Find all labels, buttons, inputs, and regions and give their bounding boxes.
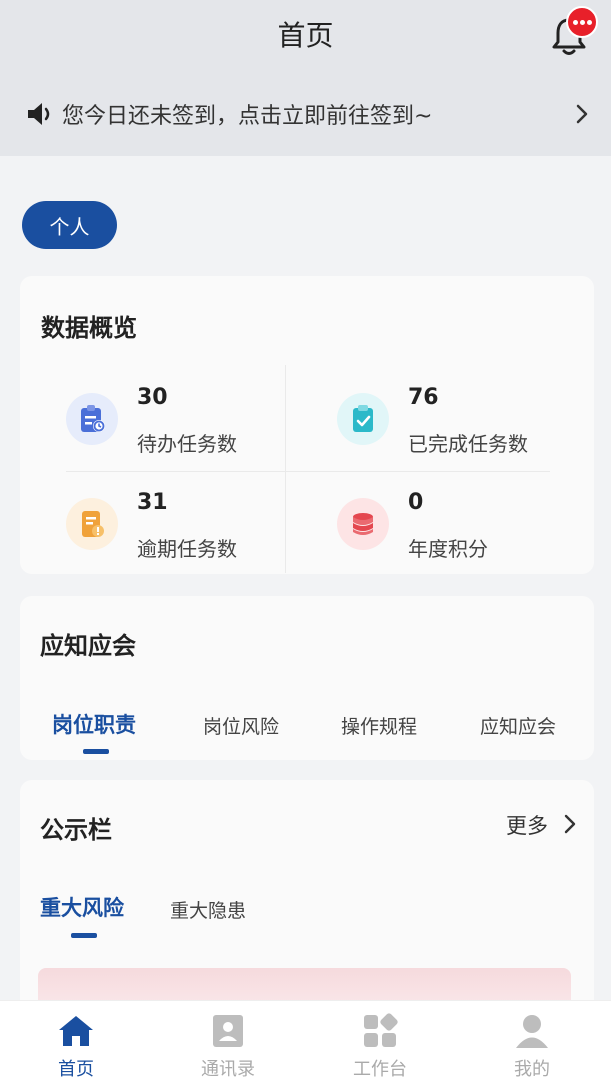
tabbar-label-contacts: 通讯录: [201, 1059, 255, 1080]
active-tab-indicator: [71, 933, 97, 938]
knowledge-title: 应知应会: [40, 632, 136, 660]
divider: [285, 365, 286, 573]
sign-in-notice-bar[interactable]: 您今日还未签到，点击立即前往签到~: [0, 86, 611, 142]
bulletin-board-title: 公示栏: [40, 816, 112, 844]
sign-in-notice-text: 您今日还未签到，点击立即前往签到~: [62, 104, 433, 129]
stat-label-points: 年度积分: [408, 537, 488, 561]
completed-clipboard-icon: [337, 393, 389, 445]
stat-value-points: 0: [408, 490, 424, 515]
tabbar-label-home: 首页: [58, 1059, 94, 1080]
bottom-tab-bar: 首页 通讯录 工作台 我的: [0, 1000, 611, 1088]
stat-label-completed: 已完成任务数: [408, 432, 528, 456]
tabbar-item-profile[interactable]: 我的: [456, 1001, 608, 1088]
scope-tab-personal[interactable]: 个人: [22, 201, 117, 249]
tab-must-know[interactable]: 应知应会: [480, 712, 556, 739]
tabbar-item-contacts[interactable]: 通讯录: [152, 1001, 304, 1088]
speaker-icon: [28, 103, 50, 125]
stat-value-overdue: 31: [137, 490, 168, 515]
overdue-document-icon: [66, 498, 118, 550]
contacts-icon: [213, 1015, 243, 1047]
notification-badge[interactable]: [566, 6, 598, 38]
stat-value-todo: 30: [137, 385, 168, 410]
ellipsis-icon: [572, 19, 578, 25]
tabbar-label-workbench: 工作台: [353, 1059, 407, 1080]
tab-operating-procedures[interactable]: 操作规程: [341, 712, 417, 739]
divider: [66, 471, 550, 472]
tab-job-risks[interactable]: 岗位风险: [203, 712, 279, 739]
home-icon: [59, 1016, 93, 1046]
chevron-right-icon[interactable]: [563, 813, 577, 835]
page-title: 首页: [277, 19, 334, 52]
chevron-right-icon[interactable]: [574, 102, 590, 126]
coins-stack-icon: [337, 498, 389, 550]
tabbar-item-workbench[interactable]: 工作台: [304, 1001, 456, 1088]
tabbar-item-home[interactable]: 首页: [0, 1001, 152, 1088]
tab-job-duties[interactable]: 岗位职责: [52, 709, 136, 739]
active-tab-indicator: [83, 749, 109, 754]
profile-icon: [516, 1015, 548, 1048]
stat-value-completed: 76: [408, 385, 439, 410]
more-link[interactable]: 更多: [506, 810, 548, 840]
stat-label-overdue: 逾期任务数: [137, 537, 237, 561]
todo-clipboard-icon: [66, 393, 118, 445]
data-overview-title: 数据概览: [41, 314, 137, 342]
tab-major-risks[interactable]: 重大风险: [40, 892, 124, 922]
tabbar-label-profile: 我的: [514, 1059, 550, 1080]
stat-label-todo: 待办任务数: [137, 432, 237, 456]
tab-major-hazards[interactable]: 重大隐患: [170, 896, 246, 923]
workbench-icon: [364, 1013, 398, 1047]
top-header: 首页 您今日还未签到，点击立即前往签到~: [0, 0, 611, 156]
